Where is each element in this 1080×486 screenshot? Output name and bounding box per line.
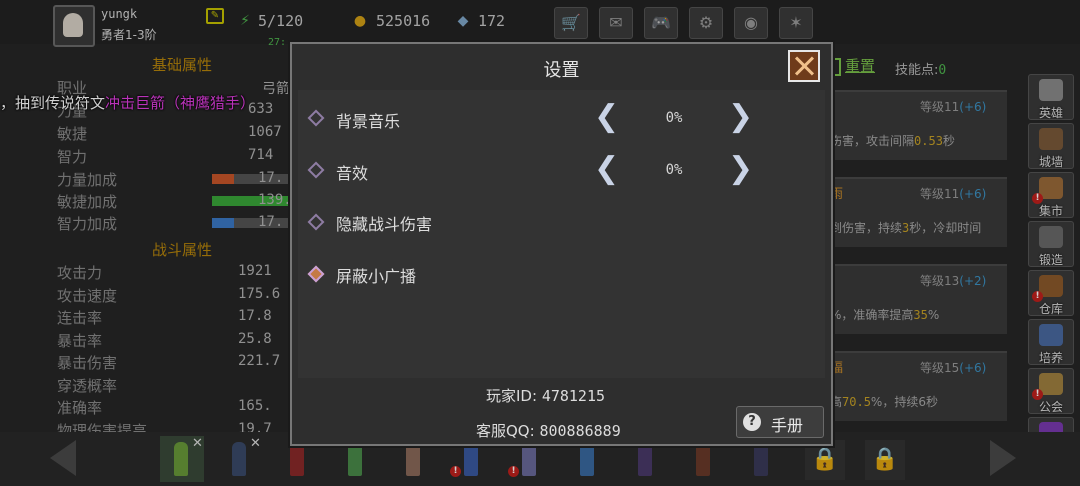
help-icon: ? [743, 413, 761, 431]
block-broadcast-label[interactable]: 屏蔽小广播 [336, 263, 416, 287]
sfx-decrease-button[interactable]: ❮ [594, 154, 619, 184]
hide-damage-label[interactable]: 隐藏战斗伤害 [336, 211, 432, 235]
player-id-row: 玩家ID: 4781215 [486, 387, 606, 405]
manual-label: 手册 [771, 416, 804, 435]
manual-button[interactable]: ? 手册 [736, 406, 824, 438]
music-decrease-button[interactable]: ❮ [594, 102, 619, 132]
sfx-increase-button[interactable]: ❯ [728, 154, 753, 184]
sfx-label: 音效 [336, 164, 369, 183]
sfx-volume-value: 0% [665, 162, 683, 178]
dialog-title: 设置 [543, 60, 580, 81]
close-button[interactable] [788, 50, 820, 82]
music-increase-button[interactable]: ❯ [728, 102, 753, 132]
music-label: 背景音乐 [336, 112, 401, 131]
music-volume-value: 0% [665, 110, 683, 126]
settings-dialog: 设置 背景音乐 ❮ 0% ❯ 音效 ❮ 0% ❯ 隐藏战斗伤害 屏蔽小广播 玩家… [290, 42, 833, 446]
service-qq-row: 客服QQ: 800886889 [476, 422, 621, 440]
